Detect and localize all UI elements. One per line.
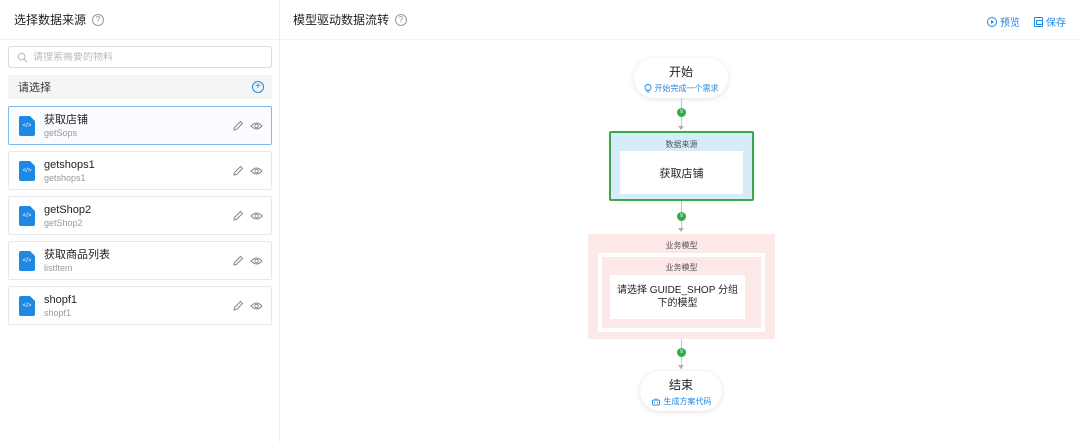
- add-icon[interactable]: +: [252, 81, 264, 93]
- save-icon: [1034, 16, 1043, 27]
- model-inner: 业务模型 请选择 GUIDE_SHOP 分组下的模型: [602, 257, 761, 328]
- end-node[interactable]: 结束 生成方案代码: [640, 371, 722, 411]
- select-label: 请选择: [18, 82, 51, 94]
- help-icon[interactable]: ?: [92, 13, 105, 26]
- list-item[interactable]: </> 获取店铺 getSops: [8, 106, 272, 145]
- edit-icon[interactable]: [232, 255, 244, 267]
- start-subtitle: 开始完成一个需求: [654, 84, 719, 93]
- item-id: getShop2: [44, 218, 83, 228]
- search-input[interactable]: [33, 51, 253, 63]
- save-button[interactable]: 保存: [1034, 14, 1066, 29]
- flow-header: 模型驱动数据流转 ?: [281, 0, 1080, 40]
- edit-icon[interactable]: [232, 210, 244, 222]
- model-inner-label: 业务模型: [665, 263, 698, 272]
- robot-icon: [651, 398, 660, 406]
- end-subtitle: 生成方案代码: [663, 397, 712, 406]
- source-label: 数据来源: [665, 140, 698, 149]
- start-node[interactable]: 开始 开始完成一个需求: [634, 58, 728, 98]
- item-id: listItem: [44, 263, 73, 273]
- code-file-icon: </>: [19, 161, 35, 181]
- list-item[interactable]: </> 获取商品列表 listItem: [8, 241, 272, 280]
- edit-icon[interactable]: [232, 165, 244, 177]
- item-name: getShop2: [44, 204, 92, 216]
- edit-icon[interactable]: [232, 120, 244, 132]
- item-id: shopf1: [44, 308, 72, 318]
- list-item[interactable]: </> shopf1 shopf1: [8, 286, 272, 325]
- lightbulb-icon: [644, 84, 651, 93]
- business-model-node[interactable]: 业务模型 业务模型 请选择 GUIDE_SHOP 分组下的模型: [588, 234, 775, 339]
- start-action[interactable]: 开始完成一个需求: [634, 83, 728, 94]
- connector-dot[interactable]: ≡: [677, 108, 686, 117]
- item-id: getshops1: [44, 173, 86, 183]
- model-content[interactable]: 请选择 GUIDE_SHOP 分组下的模型: [610, 275, 745, 319]
- edit-icon[interactable]: [232, 300, 244, 312]
- eye-icon[interactable]: [250, 211, 263, 221]
- material-list: </> 获取店铺 getSops </> getshops1 getshops1…: [8, 106, 272, 331]
- select-bar[interactable]: 请选择 +: [8, 75, 272, 99]
- code-file-icon: </>: [19, 206, 35, 226]
- arrow-down-icon: [678, 228, 684, 232]
- item-name: 获取商品列表: [44, 249, 110, 261]
- code-file-icon: </>: [19, 116, 35, 136]
- data-source-title: 选择数据来源: [14, 13, 87, 27]
- source-content: 获取店铺: [620, 151, 743, 194]
- item-name: shopf1: [44, 294, 78, 306]
- flow-title: 模型驱动数据流转: [293, 13, 390, 27]
- item-name: getshops1: [44, 159, 95, 171]
- eye-icon[interactable]: [250, 121, 263, 131]
- preview-label: 预览: [1000, 18, 1020, 29]
- play-icon: [987, 16, 997, 27]
- eye-icon[interactable]: [250, 256, 263, 266]
- model-outer-label: 业务模型: [665, 241, 698, 250]
- end-action[interactable]: 生成方案代码: [640, 396, 722, 407]
- list-item[interactable]: </> getshops1 getshops1: [8, 151, 272, 190]
- arrow-down-icon: [678, 365, 684, 369]
- help-icon[interactable]: ?: [395, 13, 408, 26]
- flow-panel: 模型驱动数据流转 ? 预览 保存 开始 开始完成一个需求 ≡ 数据来源 获取店铺…: [281, 0, 1080, 442]
- code-file-icon: </>: [19, 296, 35, 316]
- data-source-header: 选择数据来源 ?: [0, 0, 279, 40]
- arrow-down-icon: [678, 126, 684, 130]
- data-source-node[interactable]: 数据来源 获取店铺: [609, 131, 754, 201]
- end-title: 结束: [668, 378, 693, 392]
- header-actions: 预览 保存: [987, 14, 1066, 29]
- item-id: getSops: [44, 128, 78, 138]
- material-search[interactable]: [8, 46, 272, 68]
- code-file-icon: </>: [19, 251, 35, 271]
- connector-dot[interactable]: ≡: [677, 212, 686, 221]
- flow-canvas: 开始 开始完成一个需求 ≡ 数据来源 获取店铺 ≡ 业务模型 业务模型 请选择 …: [281, 40, 1080, 442]
- eye-icon[interactable]: [250, 301, 263, 311]
- model-wrapper: 业务模型 请选择 GUIDE_SHOP 分组下的模型: [598, 253, 765, 332]
- start-title: 开始: [668, 65, 693, 79]
- app: 选择数据来源 ? 请选择 + </> 获取店铺 getSops </>: [0, 0, 1080, 442]
- save-label: 保存: [1046, 18, 1066, 29]
- search-icon: [17, 52, 28, 62]
- preview-button[interactable]: 预览: [987, 14, 1020, 29]
- eye-icon[interactable]: [250, 166, 263, 176]
- data-source-panel: 选择数据来源 ? 请选择 + </> 获取店铺 getSops </>: [0, 0, 280, 442]
- list-item[interactable]: </> getShop2 getShop2: [8, 196, 272, 235]
- connector-dot[interactable]: ≡: [677, 348, 686, 357]
- item-name: 获取店铺: [44, 114, 88, 126]
